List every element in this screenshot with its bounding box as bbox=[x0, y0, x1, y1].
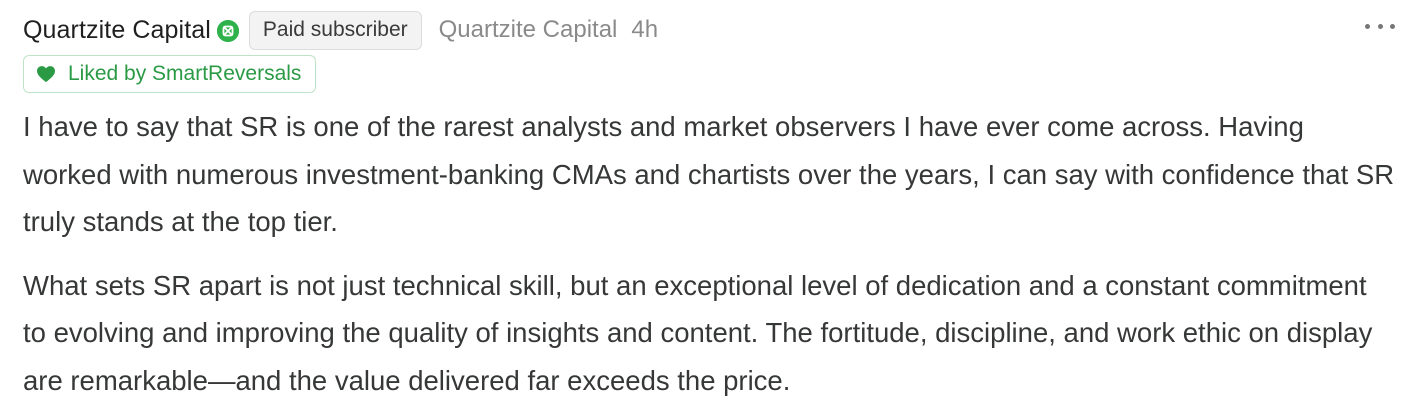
comment-paragraph: I have to say that SR is one of the rare… bbox=[23, 111, 1395, 237]
verified-badge-icon bbox=[216, 20, 239, 42]
more-horizontal-icon[interactable] bbox=[1365, 18, 1395, 34]
liked-by-badge: Liked by SmartReversals bbox=[23, 55, 317, 93]
comment: Quartzite Capital Paid subscriber Quartz… bbox=[0, 0, 1395, 404]
paid-subscriber-badge: Paid subscriber bbox=[248, 10, 422, 50]
more-dot bbox=[1377, 23, 1383, 29]
publication-name[interactable]: Quartzite Capital bbox=[439, 16, 618, 44]
comment-timestamp[interactable]: 4h bbox=[631, 16, 658, 44]
comment-header: Quartzite Capital Paid subscriber Quartz… bbox=[23, 10, 1395, 50]
author-name[interactable]: Quartzite Capital bbox=[23, 16, 211, 45]
liked-by-label: Liked by SmartReversals bbox=[68, 62, 302, 85]
comment-body: I have to say that SR is one of the rare… bbox=[23, 103, 1395, 404]
more-dot bbox=[1390, 23, 1395, 29]
heart-icon bbox=[37, 66, 55, 83]
comment-paragraph: What sets SR apart is not just technical… bbox=[23, 269, 1373, 396]
more-dot bbox=[1365, 23, 1370, 29]
